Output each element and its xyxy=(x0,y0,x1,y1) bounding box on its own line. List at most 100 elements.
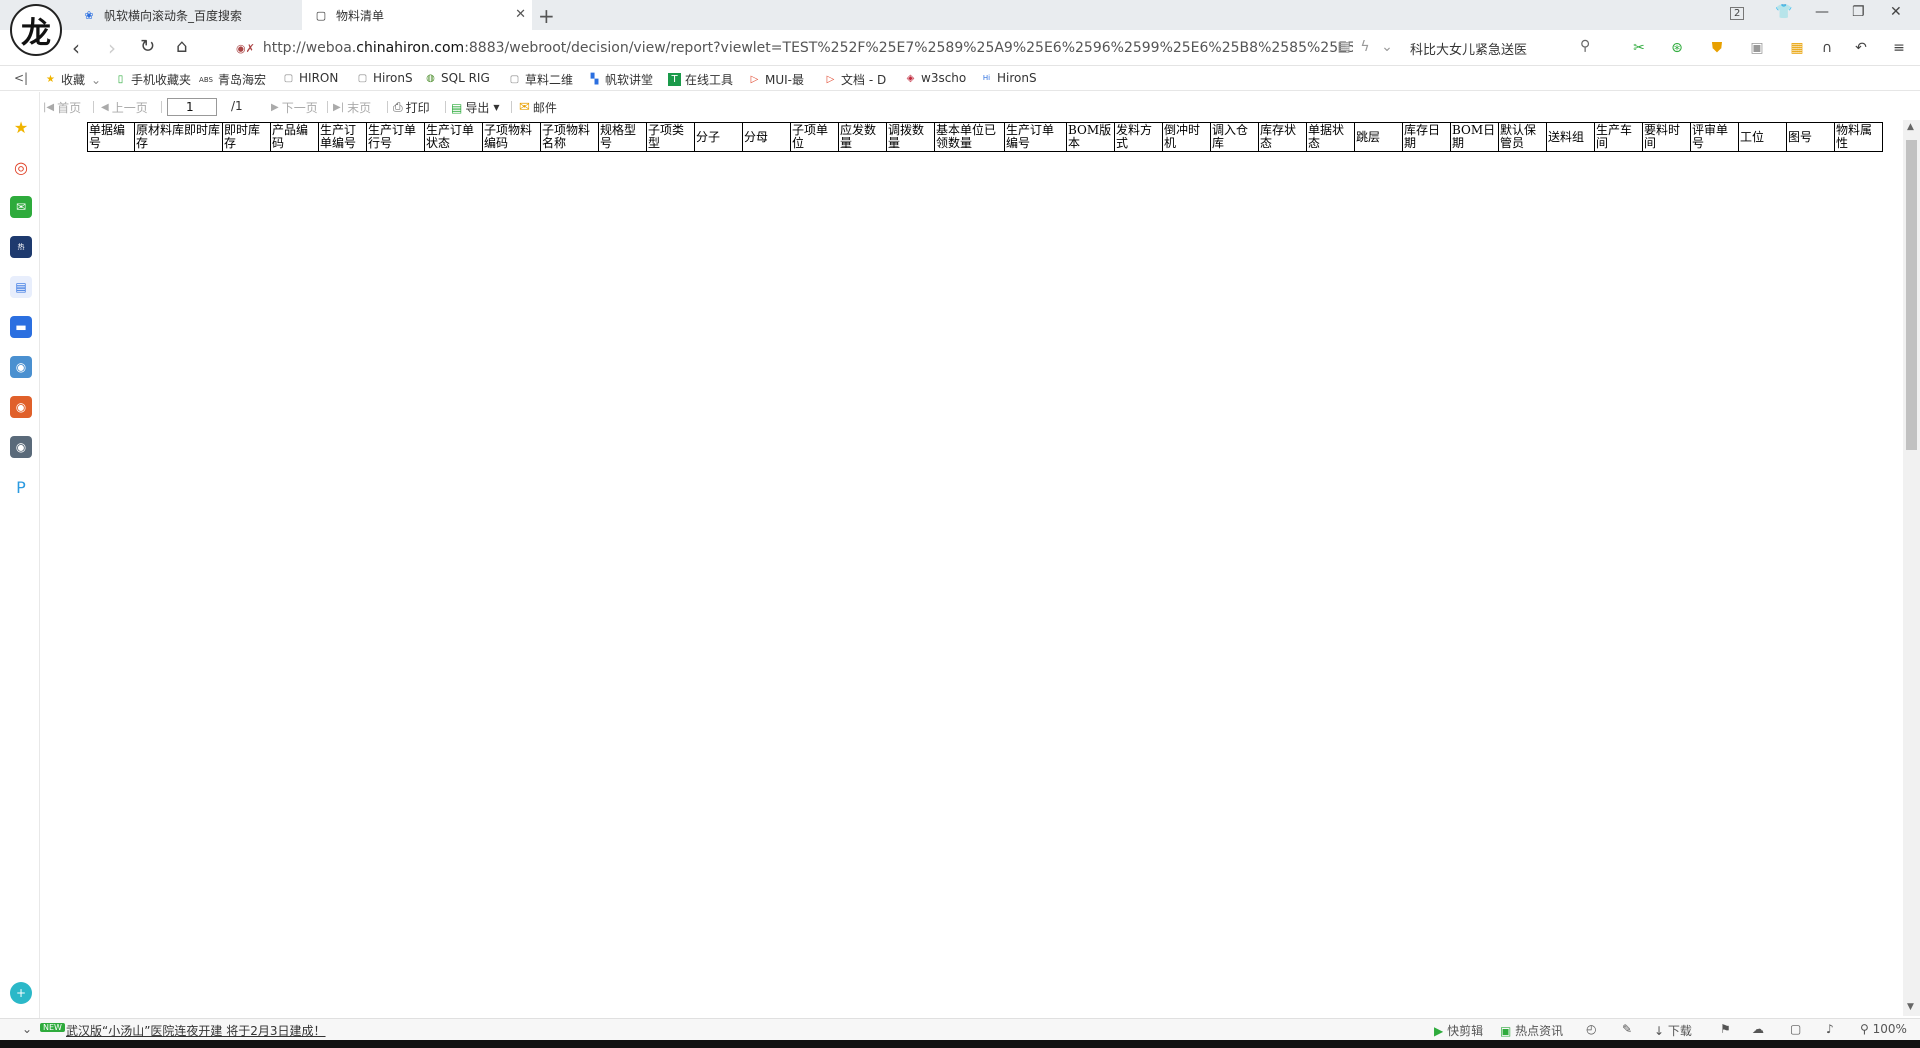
chevron-down-icon[interactable]: ⌄ xyxy=(1378,38,1396,56)
p-app-icon[interactable]: P xyxy=(10,476,32,498)
qr-icon[interactable]: ▦ xyxy=(1335,38,1353,56)
minimize-button[interactable]: — xyxy=(1815,4,1829,20)
flag-icon[interactable]: ⚑ xyxy=(1720,1022,1731,1036)
news-app-icon[interactable]: 热 xyxy=(10,236,32,258)
game-icon-3[interactable]: ◉ xyxy=(10,436,32,458)
bookmark-item[interactable]: ▢ 草料二维 xyxy=(508,71,574,88)
zoom-icon: ⚲ xyxy=(1860,1022,1869,1036)
favorites-star-icon[interactable]: ★ xyxy=(10,116,32,138)
mail-button[interactable]: ✉ 邮件 xyxy=(519,99,557,116)
bookmark-item[interactable]: ▚ 帆软讲堂 xyxy=(588,71,656,88)
translate-icon[interactable]: ⊛ xyxy=(1668,39,1686,57)
zoom-button[interactable]: ⚲ 100% xyxy=(1860,1022,1907,1036)
add-app-icon[interactable]: + xyxy=(10,982,32,1004)
toolbar-divider xyxy=(387,101,388,113)
collapse-sidebar-icon[interactable]: <| xyxy=(14,71,28,85)
mail-icon[interactable]: ✉ xyxy=(10,196,32,218)
column-header: 子项物料编码 xyxy=(482,122,541,152)
news-link[interactable]: 武汉版“小汤山”医院连夜开建 将于2月3日建成！ xyxy=(66,1022,326,1039)
bookmark-item[interactable]: ▢ HIRON xyxy=(282,71,342,85)
chat-icon[interactable]: ▬ xyxy=(10,316,32,338)
search-input[interactable]: 科比大女儿紧急送医 xyxy=(1410,36,1600,60)
print-button[interactable]: ⎙ 打印 xyxy=(393,99,430,116)
bookmark-item[interactable]: ▢ HironS xyxy=(356,71,414,85)
home-button[interactable]: ⌂ xyxy=(176,36,187,57)
column-header: 子项类型 xyxy=(646,122,695,152)
menu-icon[interactable]: ≡ xyxy=(1890,39,1908,57)
reload-button[interactable]: ↻ xyxy=(140,36,155,57)
column-header: 库存日期 xyxy=(1402,122,1451,152)
column-header: 送料组 xyxy=(1546,122,1595,152)
column-header: 倒冲时机 xyxy=(1162,122,1211,152)
column-header: 生产订单状态 xyxy=(424,122,483,152)
vertical-scrollbar[interactable]: ▲ ▼ xyxy=(1903,120,1920,1016)
column-header: 基本单位已领数量 xyxy=(934,122,1005,152)
news-icon: ▣ xyxy=(1500,1024,1512,1038)
scroll-down-icon[interactable]: ▼ xyxy=(1907,1002,1914,1012)
scissors-icon[interactable]: ✂ xyxy=(1630,39,1648,57)
bookmark-item[interactable]: T 在线工具 xyxy=(668,71,734,88)
download-button[interactable]: ↓ 下载 xyxy=(1654,1022,1692,1039)
shield-icon[interactable]: ⛊ xyxy=(1708,39,1726,57)
bookmark-item[interactable]: ▷ 文档 - D xyxy=(824,71,890,88)
bookmark-item[interactable]: Hi HironS xyxy=(980,71,1040,85)
download-icon: ↓ xyxy=(1654,1024,1665,1038)
speed-icon[interactable]: ◴ xyxy=(1586,1022,1596,1036)
last-page-button[interactable]: ▶| 末页 xyxy=(333,99,371,116)
export-button[interactable]: ▤ 导出 ▼ xyxy=(451,99,500,116)
chevron-down-icon: ▼ xyxy=(493,103,500,112)
security-warning-icon[interactable]: ◉✗ xyxy=(236,42,255,55)
new-tab-button[interactable]: + xyxy=(538,4,555,28)
expand-icon[interactable]: ⌄ xyxy=(22,1022,32,1036)
image-icon[interactable]: ▣ xyxy=(1748,39,1766,57)
next-page-button[interactable]: ▶ 下一页 xyxy=(271,99,318,116)
bookmark-item[interactable]: ABS 青岛海宏 xyxy=(198,71,266,88)
cloud-icon[interactable]: ☁ xyxy=(1752,1022,1764,1036)
prev-page-button[interactable]: ◀ 上一页 xyxy=(101,99,148,116)
url-field[interactable]: ◉✗ http://weboa.chinahiron.com:8883/webr… xyxy=(228,36,1388,60)
undo-icon[interactable]: ↶ xyxy=(1852,39,1870,57)
bookmark-favorites[interactable]: ★ 收藏 ⌄ xyxy=(44,71,101,88)
weibo-icon[interactable]: ◎ xyxy=(10,156,32,178)
close-tab-icon[interactable]: ✕ xyxy=(515,7,526,22)
document-icon[interactable]: ▤ xyxy=(10,276,32,298)
game-icon-1[interactable]: ◉ xyxy=(10,356,32,378)
restore-button[interactable]: ❐ xyxy=(1852,4,1865,20)
column-header: 物料属性 xyxy=(1834,122,1883,152)
close-window-button[interactable]: ✕ xyxy=(1890,4,1902,20)
toolbar-divider xyxy=(511,101,512,113)
scroll-up-icon[interactable]: ▲ xyxy=(1907,122,1914,132)
headphones-icon[interactable]: ∩ xyxy=(1818,39,1836,57)
page-icon: ▢ xyxy=(283,72,294,84)
search-icon[interactable]: ⚲ xyxy=(1580,38,1590,54)
hot-news-button[interactable]: ▣ 热点资讯 xyxy=(1500,1022,1563,1039)
back-button[interactable]: ‹ xyxy=(72,36,80,60)
window-icon[interactable]: ▢ xyxy=(1790,1022,1801,1036)
star-icon: ★ xyxy=(46,74,55,85)
apps-grid-icon[interactable]: ▦ xyxy=(1788,39,1806,57)
column-header: 应发数量 xyxy=(838,122,887,152)
toolbar-divider xyxy=(327,101,328,113)
table-header-row: 单据编号 原材料库即时库存 即时库存 产品编码 生产订单编号 生产订单行号 生产订单状态 子项… xyxy=(87,122,1883,152)
forward-button[interactable]: › xyxy=(108,36,116,60)
tab-material-list[interactable]: ▢ 物料清单 ✕ xyxy=(302,0,532,30)
bookmark-item[interactable]: ▷ MUI-最 xyxy=(748,71,812,88)
lightning-icon[interactable]: ϟ xyxy=(1356,38,1374,56)
shirt-icon[interactable]: 👕 xyxy=(1775,4,1792,20)
game-icon-2[interactable]: ◉ xyxy=(10,396,32,418)
volume-icon[interactable]: ♪ xyxy=(1826,1022,1834,1036)
first-page-button[interactable]: |◀ 首页 xyxy=(43,99,81,116)
bookmark-item[interactable]: ▯ 手机收藏夹 xyxy=(114,71,194,88)
page-number-input[interactable] xyxy=(167,98,217,116)
column-header: 评审单号 xyxy=(1690,122,1739,152)
tab-baidu-search[interactable]: ❀ 帆软横向滚动条_百度搜索 xyxy=(70,0,302,30)
scrollbar-thumb[interactable] xyxy=(1906,140,1917,450)
tab-count-badge[interactable]: 2 xyxy=(1730,7,1745,20)
pin-icon[interactable]: ✎ xyxy=(1622,1022,1632,1036)
paw-icon: ❀ xyxy=(84,8,94,22)
clip-button[interactable]: ▶ 快剪辑 xyxy=(1434,1022,1483,1039)
bookmark-item[interactable]: ◍ SQL RIG xyxy=(424,71,494,85)
browser-logo[interactable]: 龙 xyxy=(10,4,62,56)
bookmark-item[interactable]: ◈ w3scho xyxy=(904,71,968,85)
url-text[interactable]: http://weboa.chinahiron.com:8883/webroot… xyxy=(263,40,1353,56)
